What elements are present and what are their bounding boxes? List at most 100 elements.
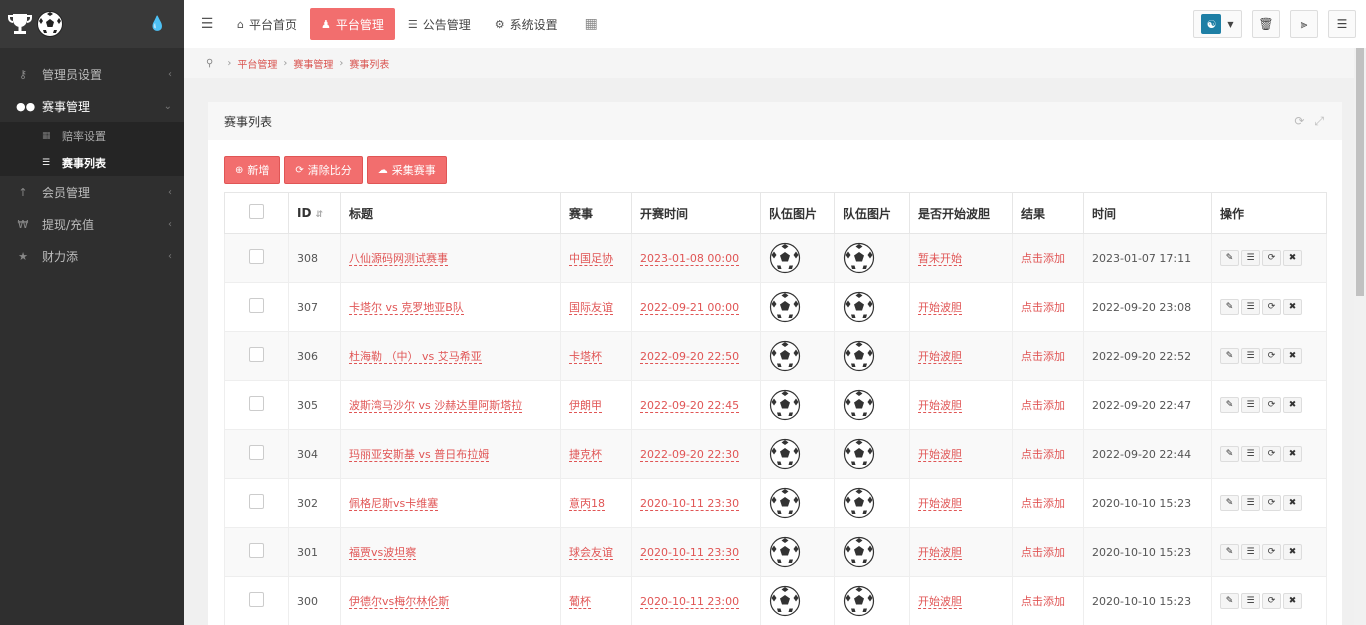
delete-icon[interactable]: ✖ — [1283, 446, 1302, 462]
sidebar-item-match-management[interactable]: ●● 赛事管理 ⌄ — [0, 90, 184, 122]
started-status-link[interactable]: 开始波胆 — [918, 448, 962, 462]
hamburger-menu-icon[interactable]: ☰ — [188, 16, 226, 32]
soccer-ball-icon[interactable] — [843, 242, 909, 274]
delete-icon[interactable]: ✖ — [1283, 299, 1302, 315]
row-checkbox[interactable] — [249, 543, 264, 558]
row-checkbox[interactable] — [249, 249, 264, 264]
title-link[interactable]: 八仙源码网测试赛事 — [349, 252, 448, 266]
maximize-icon[interactable]: ⤢ — [1314, 114, 1324, 129]
settings-panel-button[interactable]: ☰ — [1328, 10, 1356, 38]
title-link[interactable]: 杜海勒 （中） vs 艾马希亚 — [349, 350, 482, 364]
soccer-ball-icon[interactable] — [769, 389, 834, 421]
started-status-link[interactable]: 开始波胆 — [918, 595, 962, 609]
league-link[interactable]: 球会友谊 — [569, 546, 613, 560]
detail-list-icon[interactable]: ☰ — [1241, 544, 1260, 560]
sidebar-item-withdraw-recharge[interactable]: ₩ 提现/充值 ‹ — [0, 208, 184, 240]
league-link[interactable]: 捷克杯 — [569, 448, 602, 462]
edit-icon[interactable]: ✎ — [1220, 446, 1239, 462]
detail-list-icon[interactable]: ☰ — [1241, 593, 1260, 609]
reset-icon[interactable]: ⟳ — [1262, 397, 1281, 413]
collect-matches-button[interactable]: ☁ 采集赛事 — [366, 156, 447, 184]
theme-drop-icon[interactable]: 💧 — [149, 16, 166, 32]
soccer-ball-icon[interactable] — [843, 291, 909, 323]
refresh-icon[interactable]: ⟳ — [1294, 114, 1304, 129]
apps-grid-icon[interactable]: ▦ — [585, 16, 598, 32]
delete-icon[interactable]: ✖ — [1283, 397, 1302, 413]
row-checkbox[interactable] — [249, 347, 264, 362]
detail-list-icon[interactable]: ☰ — [1241, 446, 1260, 462]
soccer-ball-icon[interactable] — [843, 536, 909, 568]
started-status-link[interactable]: 开始波胆 — [918, 546, 962, 560]
edit-icon[interactable]: ✎ — [1220, 397, 1239, 413]
edit-icon[interactable]: ✎ — [1220, 250, 1239, 266]
reset-icon[interactable]: ⟳ — [1262, 348, 1281, 364]
detail-list-icon[interactable]: ☰ — [1241, 250, 1260, 266]
edit-icon[interactable]: ✎ — [1220, 495, 1239, 511]
start-time-link[interactable]: 2020-10-11 23:30 — [640, 496, 740, 511]
add-result-link[interactable]: 点击添加 — [1021, 595, 1065, 608]
tab-announcement-management[interactable]: ☰ 公告管理 — [397, 8, 482, 40]
clear-cache-button[interactable]: 🗑 — [1252, 10, 1280, 38]
tab-system-settings[interactable]: ⚙ 系统设置 — [484, 8, 569, 40]
soccer-ball-icon[interactable] — [769, 242, 834, 274]
delete-icon[interactable]: ✖ — [1283, 593, 1302, 609]
league-link[interactable]: 葡杯 — [569, 595, 591, 609]
soccer-ball-icon[interactable] — [769, 340, 834, 372]
detail-list-icon[interactable]: ☰ — [1241, 299, 1260, 315]
sidebar-subitem-odds-settings[interactable]: ▦ 赔率设置 — [0, 122, 184, 149]
title-link[interactable]: 伊德尔vs梅尔林伦斯 — [349, 595, 450, 609]
tab-platform-management[interactable]: ♟ 平台管理 — [310, 8, 395, 40]
detail-list-icon[interactable]: ☰ — [1241, 495, 1260, 511]
league-link[interactable]: 卡塔杯 — [569, 350, 602, 364]
start-time-link[interactable]: 2020-10-11 23:00 — [640, 594, 740, 609]
row-checkbox[interactable] — [249, 396, 264, 411]
soccer-ball-icon[interactable] — [769, 487, 834, 519]
delete-icon[interactable]: ✖ — [1283, 544, 1302, 560]
row-checkbox[interactable] — [249, 592, 264, 607]
delete-icon[interactable]: ✖ — [1283, 495, 1302, 511]
delete-icon[interactable]: ✖ — [1283, 250, 1302, 266]
soccer-ball-icon[interactable] — [769, 291, 834, 323]
started-status-link[interactable]: 开始波胆 — [918, 399, 962, 413]
soccer-ball-icon[interactable] — [843, 585, 909, 617]
title-link[interactable]: 玛丽亚安斯基 vs 普日布拉姆 — [349, 448, 490, 462]
start-time-link[interactable]: 2022-09-20 22:50 — [640, 349, 740, 364]
soccer-ball-icon[interactable] — [769, 438, 834, 470]
league-link[interactable]: 中国足协 — [569, 252, 613, 266]
row-checkbox[interactable] — [249, 494, 264, 509]
breadcrumb-item[interactable]: 平台管理 — [237, 56, 277, 71]
start-time-link[interactable]: 2022-09-20 22:30 — [640, 447, 740, 462]
edit-icon[interactable]: ✎ — [1220, 593, 1239, 609]
scroll-thumb[interactable] — [1356, 48, 1364, 296]
title-link[interactable]: 福贾vs波坦察 — [349, 546, 417, 560]
started-status-link[interactable]: 开始波胆 — [918, 350, 962, 364]
soccer-ball-icon[interactable] — [843, 487, 909, 519]
add-result-link[interactable]: 点击添加 — [1021, 448, 1065, 461]
start-time-link[interactable]: 2022-09-21 00:00 — [640, 300, 740, 315]
title-link[interactable]: 卡塔尔 vs 克罗地亚B队 — [349, 301, 464, 315]
title-link[interactable]: 波斯湾马沙尔 vs 沙赫达里阿斯塔拉 — [349, 399, 523, 413]
user-avatar-dropdown[interactable]: ☯ ▼ — [1193, 10, 1242, 38]
col-id[interactable]: ID ⇵ — [288, 192, 341, 234]
started-status-link[interactable]: 暂未开始 — [918, 252, 962, 266]
soccer-ball-icon[interactable] — [843, 340, 909, 372]
sidebar-item-admin-settings[interactable]: ⚷ 管理员设置 ‹ — [0, 58, 184, 90]
reset-icon[interactable]: ⟳ — [1262, 495, 1281, 511]
add-result-link[interactable]: 点击添加 — [1021, 497, 1065, 510]
fullscreen-button[interactable]: ⫸ — [1290, 10, 1318, 38]
reset-icon[interactable]: ⟳ — [1262, 446, 1281, 462]
soccer-ball-icon[interactable] — [843, 438, 909, 470]
add-result-link[interactable]: 点击添加 — [1021, 350, 1065, 363]
league-link[interactable]: 国际友谊 — [569, 301, 613, 315]
title-link[interactable]: 佩格尼斯vs卡维塞 — [349, 497, 439, 511]
started-status-link[interactable]: 开始波胆 — [918, 301, 962, 315]
detail-list-icon[interactable]: ☰ — [1241, 397, 1260, 413]
add-result-link[interactable]: 点击添加 — [1021, 301, 1065, 314]
edit-icon[interactable]: ✎ — [1220, 299, 1239, 315]
edit-icon[interactable]: ✎ — [1220, 544, 1239, 560]
soccer-ball-icon[interactable] — [769, 536, 834, 568]
reset-icon[interactable]: ⟳ — [1262, 544, 1281, 560]
breadcrumb-item[interactable]: 赛事列表 — [349, 56, 389, 71]
soccer-ball-icon[interactable] — [843, 389, 909, 421]
tab-platform-home[interactable]: ⌂ 平台首页 — [226, 8, 308, 40]
